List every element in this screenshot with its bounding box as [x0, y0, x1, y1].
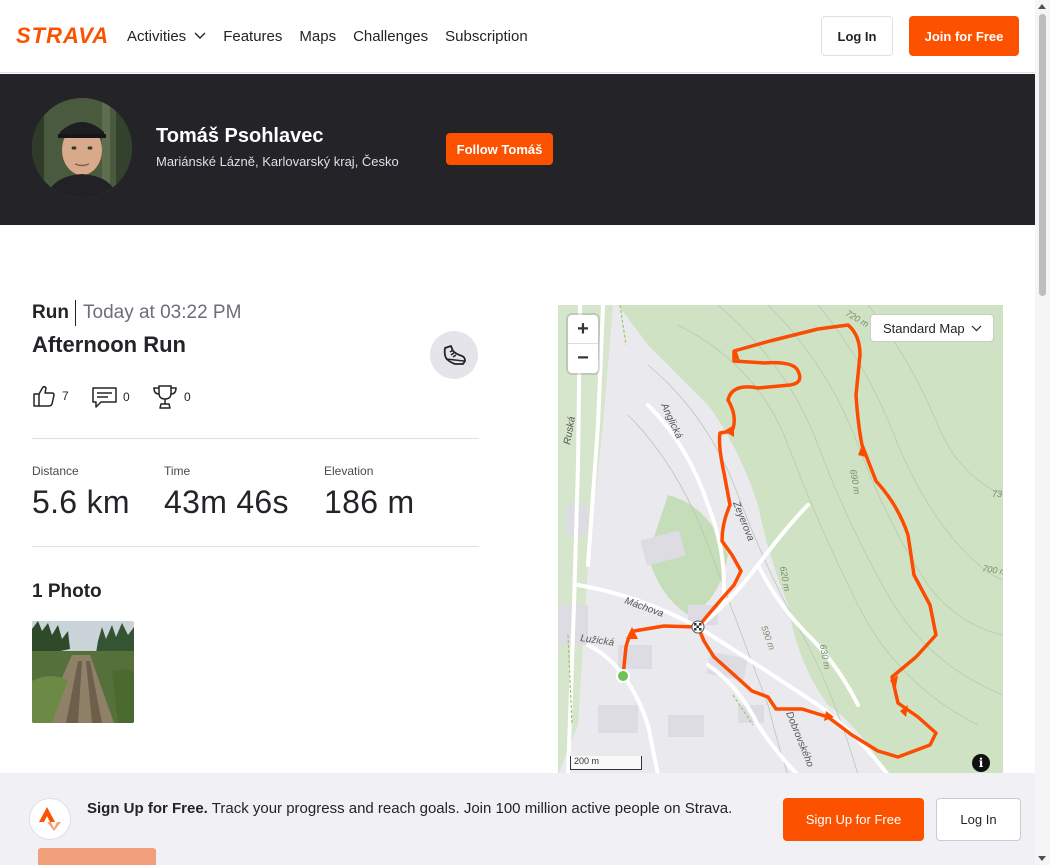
athlete-name[interactable]: Tomáš Psohlavec [156, 125, 323, 148]
map-attribution-info-icon[interactable]: i [972, 754, 990, 772]
comments-count: 0 [123, 389, 130, 404]
scroll-down-arrow-icon[interactable] [1038, 856, 1046, 861]
photos-title: 1 Photo [32, 581, 102, 602]
strava-logo-text: STRAVA [16, 24, 109, 46]
kudos-count: 7 [62, 389, 69, 403]
thumbs-up-icon [33, 385, 55, 407]
map-canvas[interactable]: Ruská Anglická Zeyerova Máchova Lužická … [558, 305, 1003, 775]
nav-challenges[interactable]: Challenges [353, 26, 428, 46]
nav-features-label: Features [223, 27, 283, 45]
stat-elevation-value: 186 m [324, 484, 415, 520]
join-button[interactable]: Join for Free [909, 16, 1019, 56]
map-style-label: Standard Map [883, 320, 965, 336]
kudos-button[interactable]: 7 [32, 384, 69, 408]
athlete-avatar[interactable] [32, 98, 132, 198]
stat-time: Time 43m 46s [164, 464, 289, 521]
route-start-marker [616, 669, 630, 683]
top-navigation: STRAVA Activities Features Maps Challeng… [0, 0, 1035, 73]
stat-distance: Distance 5.6 km [32, 464, 130, 521]
activity-photo[interactable] [32, 621, 134, 723]
scroll-up-arrow-icon[interactable] [1038, 4, 1046, 9]
zoom-in-button[interactable]: + [568, 315, 598, 344]
nav-activities-label: Activities [127, 27, 187, 45]
chevron-down-icon [194, 32, 206, 39]
stat-elevation-label: Elevation [324, 464, 374, 478]
map-scale-bar: 200 m [570, 756, 642, 770]
stat-elevation: Elevation 186 m [324, 464, 414, 521]
follow-button[interactable]: Follow Tomáš [446, 133, 553, 165]
stat-distance-value: 5.6 km [32, 484, 130, 520]
signup-message: Sign Up for Free. Track your progress an… [87, 798, 757, 820]
partially-hidden-button [38, 848, 156, 865]
stats-divider-bottom [32, 546, 479, 547]
strava-logo[interactable]: STRAVA [16, 24, 112, 46]
achievements-button[interactable]: 0 [152, 384, 191, 410]
running-shoe-icon [443, 345, 466, 365]
route-finish-marker [691, 620, 705, 634]
map-style-select[interactable]: Standard Map [870, 314, 994, 342]
nav-activities[interactable]: Activities [127, 26, 206, 46]
stat-time-label: Time [164, 464, 191, 478]
stat-time-value: 43m 46s [164, 484, 289, 520]
sport-type-badge [430, 331, 478, 379]
comments-button[interactable]: 0 [92, 384, 130, 409]
nav-subscription[interactable]: Subscription [445, 26, 528, 46]
banner-login-button[interactable]: Log In [936, 798, 1021, 841]
signup-headline: Sign Up for Free. [87, 800, 208, 817]
activity-date: Today at 03:22 PM [83, 302, 242, 323]
achievements-count: 0 [184, 390, 191, 404]
strava-chevron-icon [39, 807, 61, 831]
login-button[interactable]: Log In [821, 16, 893, 56]
stat-distance-label: Distance [32, 464, 79, 478]
athlete-location: Mariánské Lázně, Karlovarský kraj, Česko [156, 154, 399, 169]
page-scrollbar[interactable] [1035, 0, 1050, 865]
activity-type: Run [32, 302, 69, 323]
chevron-down-icon [971, 325, 982, 331]
scrollbar-thumb[interactable] [1039, 14, 1046, 296]
strava-app-logo [29, 798, 71, 840]
athlete-header: Tomáš Psohlavec Mariánské Lázně, Karlova… [0, 74, 1035, 225]
trophy-icon [153, 385, 177, 409]
map-zoom-control: + − [568, 315, 598, 373]
stats-divider-top [32, 438, 479, 439]
zoom-out-button[interactable]: − [568, 344, 598, 373]
activity-header-divider [75, 300, 76, 326]
nav-links: Activities Features Maps Challenges Subs… [127, 26, 545, 46]
nav-features[interactable]: Features [223, 26, 282, 46]
activity-title: Afternoon Run [32, 332, 186, 357]
comment-icon [92, 387, 117, 408]
nav-maps-label: Maps [299, 27, 337, 45]
nav-maps[interactable]: Maps [299, 26, 336, 46]
signup-body: Track your progress and reach goals. Joi… [211, 800, 733, 817]
signup-button[interactable]: Sign Up for Free [783, 798, 924, 841]
contour-label-73: 73 [992, 489, 1002, 499]
route-map[interactable]: Ruská Anglická Zeyerova Máchova Lužická … [558, 305, 1003, 775]
nav-subscription-label: Subscription [445, 27, 528, 45]
avatar-image [32, 98, 132, 198]
nav-challenges-label: Challenges [353, 27, 429, 45]
forest-path-photo [32, 621, 134, 723]
